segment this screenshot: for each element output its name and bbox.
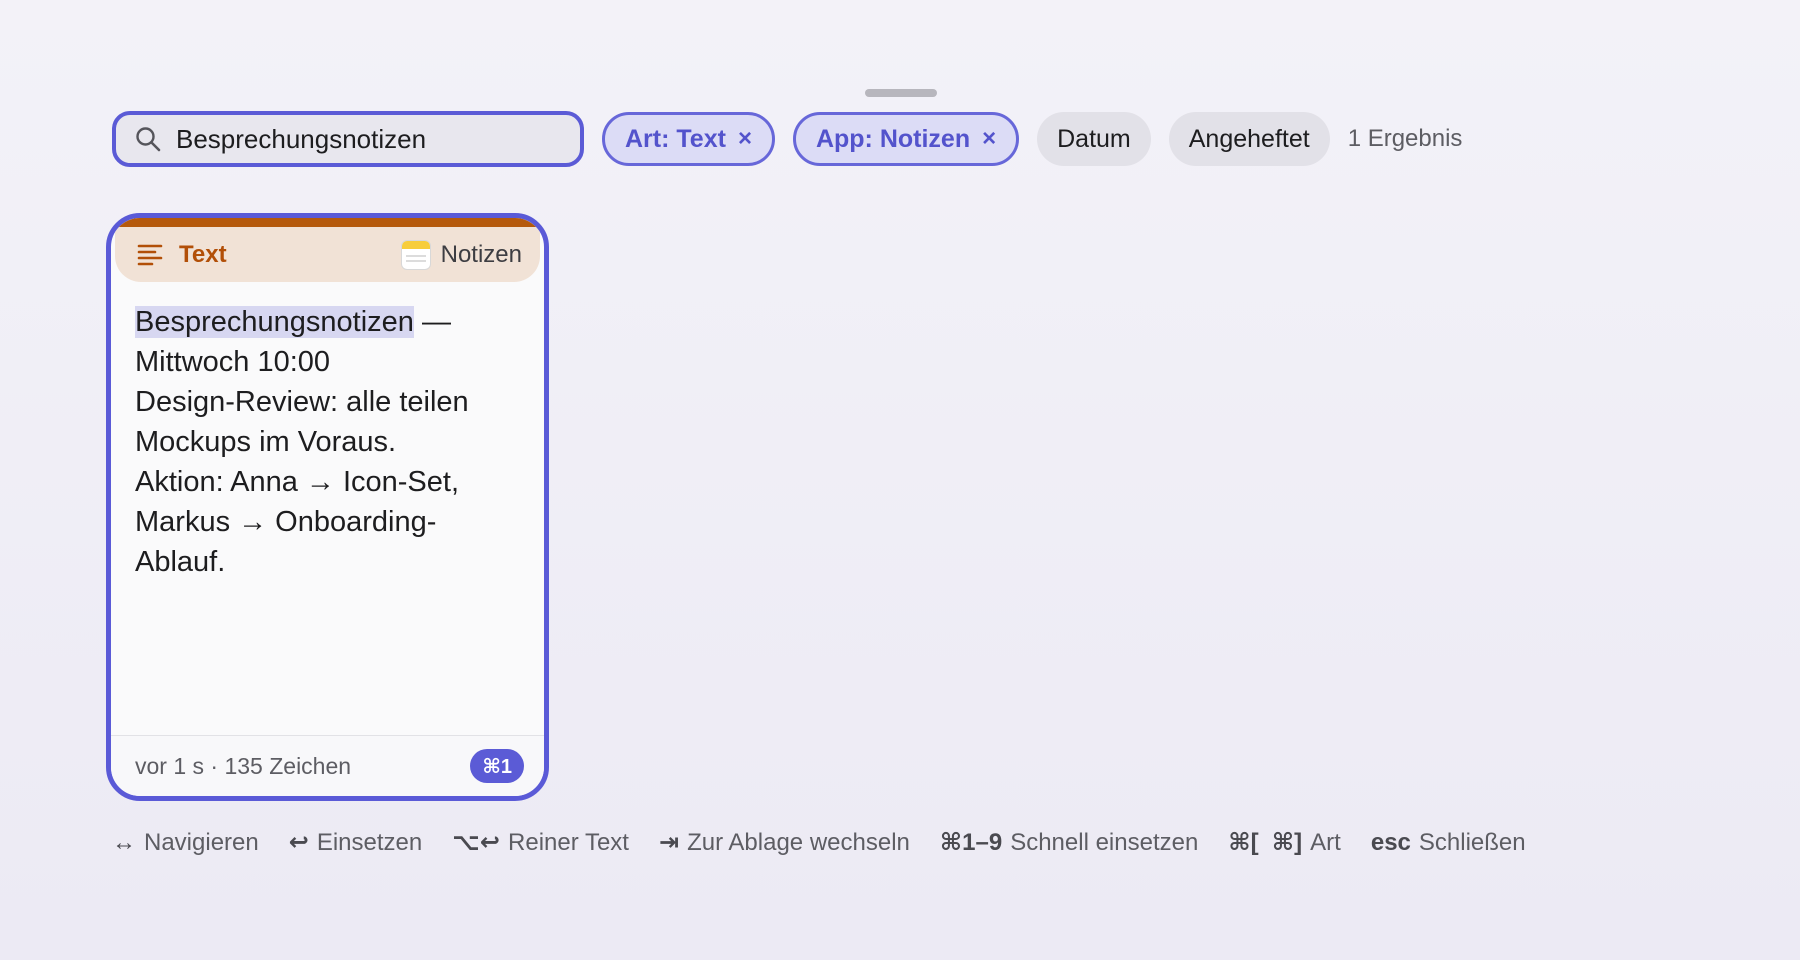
hint-close: esc Schließen xyxy=(1370,828,1526,856)
notes-app-icon xyxy=(400,239,431,270)
drag-handle[interactable] xyxy=(865,89,937,97)
card-header: Text Notizen xyxy=(115,227,540,282)
filter-chip-label: Datum xyxy=(1057,124,1131,153)
content-line: Ablauf. xyxy=(135,546,226,578)
card-accent-bar xyxy=(111,218,544,227)
hint-type: ⌘[ ⌘] Art xyxy=(1228,828,1341,857)
content-line: Aktion: Anna → Icon-Set, xyxy=(135,466,460,498)
filter-chip-label: Angeheftet xyxy=(1188,124,1310,153)
keyboard-hints: ↔ Navigieren ↩ Einsetzen ⌥↩ Reiner Text … xyxy=(112,828,1556,857)
filter-chip-label: App: Notizen xyxy=(815,124,971,153)
esc-key: esc xyxy=(1370,828,1411,856)
tab-icon: ⇥ xyxy=(658,829,680,856)
hint-switch-clipboard: ⇥ Zur Ablage wechseln xyxy=(658,828,910,857)
search-input[interactable] xyxy=(174,122,558,156)
command-key-icon: ⌘1–9 xyxy=(939,829,1003,856)
search-icon xyxy=(136,127,161,152)
hint-plain-text: ⌥↩ Reiner Text xyxy=(452,828,629,857)
content-line: Design-Review: alle teilen xyxy=(135,386,469,418)
filter-chip-type[interactable]: Art: Text × xyxy=(602,112,775,166)
shortcut-badge: ⌘1 xyxy=(470,749,524,783)
return-icon: ↩ xyxy=(288,829,309,856)
card-app: Notizen xyxy=(400,239,522,270)
filter-chip-date[interactable]: Datum xyxy=(1037,112,1151,166)
card-footer: vor 1 s · 135 Zeichen ⌘1 xyxy=(111,735,544,796)
card-meta: vor 1 s · 135 Zeichen xyxy=(135,752,352,779)
remove-filter-icon[interactable]: × xyxy=(982,125,996,153)
filter-chip-label: Art: Text xyxy=(625,124,726,153)
arrows-icon: ↔ xyxy=(112,828,136,856)
option-return-icon: ⌥↩ xyxy=(452,829,501,856)
card-type: Text xyxy=(137,241,227,269)
hint-quick-insert: ⌘1–9 Schnell einsetzen xyxy=(939,828,1199,857)
result-count: 1 Ergebnis xyxy=(1347,125,1463,152)
hint-navigate: ↔ Navigieren xyxy=(112,828,259,856)
remove-filter-icon[interactable]: × xyxy=(738,125,752,153)
search-highlight: Besprechungsnotizen xyxy=(135,306,414,338)
card-type-label: Text xyxy=(179,240,227,268)
hint-insert: ↩ Einsetzen xyxy=(288,828,423,857)
content-line: Besprechungsnotizen — xyxy=(135,306,451,338)
card-content: Besprechungsnotizen — Mittwoch 10:00 Des… xyxy=(111,282,544,702)
content-line: Mockups im Voraus. xyxy=(135,426,397,458)
text-lines-icon xyxy=(137,244,163,265)
content-line: Markus → Onboarding- xyxy=(135,506,437,538)
filter-chip-pinned[interactable]: Angeheftet xyxy=(1168,112,1330,166)
content-line: Mittwoch 10:00 xyxy=(135,346,331,378)
search-field[interactable] xyxy=(112,111,584,167)
card-app-label: Notizen xyxy=(440,240,522,268)
toolbar: Art: Text × App: Notizen × Datum Angehef… xyxy=(112,108,1462,170)
command-bracket-icon: ⌘[ ⌘] xyxy=(1228,829,1303,856)
filter-chip-app[interactable]: App: Notizen × xyxy=(792,112,1020,166)
clip-card[interactable]: Text Notizen Besprechungsnotizen — Mittw… xyxy=(106,213,549,801)
